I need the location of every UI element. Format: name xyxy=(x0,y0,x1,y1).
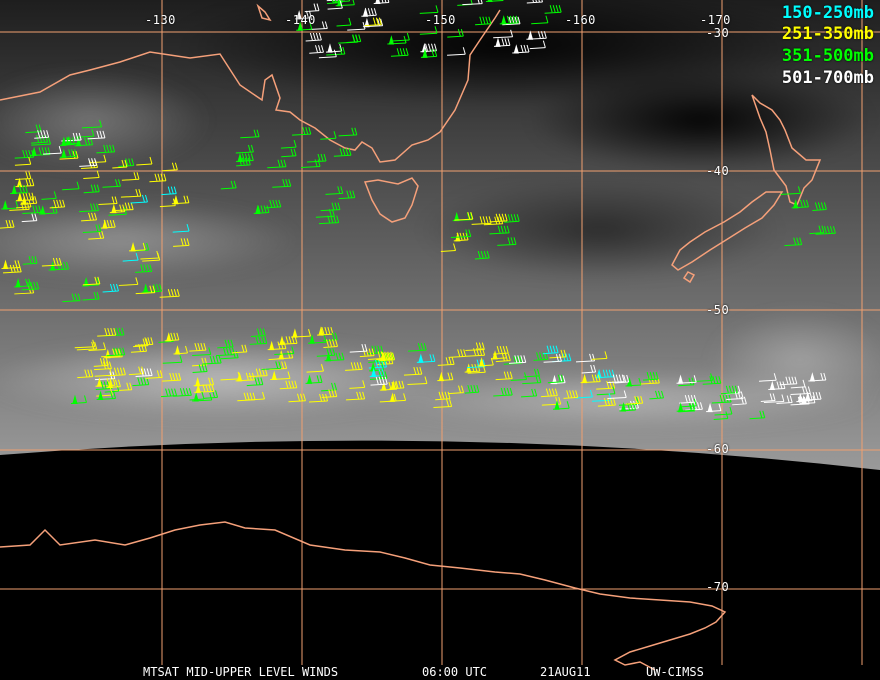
footer-time: 06:00 UTC xyxy=(422,665,488,679)
lon-label-150w: -150 xyxy=(425,13,456,27)
lat-label-50s: -50 xyxy=(706,303,730,317)
water-vapor-imagery xyxy=(0,0,880,671)
footer-caption: MTSAT MID-UPPER LEVEL WINDS 06:00 UTC 21… xyxy=(0,665,880,680)
lat-label-60s: -60 xyxy=(706,442,730,456)
legend-501-700mb: 501-700mb xyxy=(781,68,874,88)
legend-150-250mb: 150-250mb xyxy=(781,3,874,23)
lat-label-40s: -40 xyxy=(706,164,730,178)
lon-label-130w: -130 xyxy=(145,13,176,27)
lon-label-140w: -140 xyxy=(285,13,316,27)
legend-251-350mb: 251-350mb xyxy=(781,24,874,44)
lat-label-30s: -30 xyxy=(706,26,730,40)
legend-351-500mb: 351-500mb xyxy=(781,46,874,66)
antarctica-coast xyxy=(0,521,727,671)
footer-source: UW-CIMSS xyxy=(646,665,704,679)
lat-label-70s: -70 xyxy=(706,580,730,594)
footer-date: 21AUG11 xyxy=(540,665,591,679)
lon-label-160w: -160 xyxy=(565,13,596,27)
satellite-wind-map: -130 -140 -150 -160 -170 -30 -40 -50 -60… xyxy=(0,0,880,680)
footer-product: MTSAT MID-UPPER LEVEL WINDS xyxy=(143,665,339,679)
lon-label-170w: -170 xyxy=(700,13,731,27)
